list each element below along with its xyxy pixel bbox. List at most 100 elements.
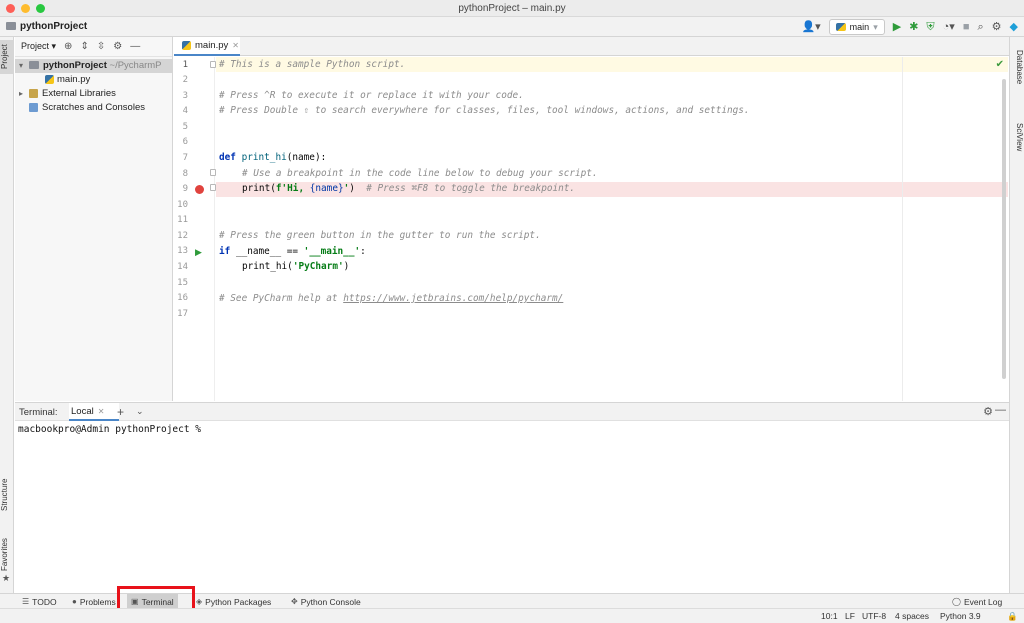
chevron-right-icon[interactable]: ▸ <box>19 87 29 101</box>
python-interpreter[interactable]: Python 3.9 <box>940 611 981 621</box>
user-icon[interactable]: 👤▾ <box>801 19 820 35</box>
hide-icon[interactable]: — <box>995 404 1006 416</box>
collapse-all-icon[interactable]: ⇳ <box>97 41 105 52</box>
python-file-icon <box>182 41 191 50</box>
string-text: 'PyCharm' <box>292 261 344 272</box>
line-number: 7 <box>182 153 188 163</box>
run-icon[interactable]: ▶ <box>893 19 901 35</box>
tool-window-python-console[interactable]: ✥ Python Console <box>287 594 365 609</box>
problems-icon: ● <box>72 597 77 606</box>
file-encoding[interactable]: UTF-8 <box>862 611 886 621</box>
keyword-text: def <box>219 152 242 163</box>
line-number: 8 <box>182 169 188 179</box>
coverage-icon[interactable]: ⛨ <box>926 19 934 35</box>
packages-icon: ◈ <box>196 597 203 606</box>
project-view-select[interactable]: Project ▾ <box>21 41 56 52</box>
tool-window-label: TODO <box>32 596 57 607</box>
locate-icon[interactable]: ⊕ <box>64 41 72 52</box>
chevron-down-icon: ▾ <box>873 21 878 32</box>
jetbrains-logo-icon[interactable]: ◆ <box>1010 19 1018 35</box>
code-text: ) <box>343 261 350 272</box>
stop-icon[interactable]: ■ <box>963 19 970 35</box>
line-number: 9 <box>182 184 188 194</box>
caret-position[interactable]: 10:1 <box>821 611 838 621</box>
code-line-12: # Press the green button in the gutter t… <box>219 228 541 243</box>
tool-window-database[interactable]: Database <box>1011 41 1024 93</box>
tree-item-label: Scratches and Consoles <box>42 102 145 113</box>
title-bar: pythonProject – main.py <box>0 0 1024 17</box>
tree-item-project-root[interactable]: ▾ pythonProject ~/PycharmP <box>15 59 172 73</box>
chevron-down-icon[interactable]: ⌄ <box>136 406 144 417</box>
line-number: 11 <box>177 215 188 225</box>
line-number: 13 <box>177 246 188 256</box>
editor-gutter[interactable]: 1 2 3 4 5 6 7 8 9 10 11 12 13 14 15 16 1… <box>174 57 216 401</box>
close-tab-icon[interactable]: ✕ <box>98 407 105 416</box>
profile-icon[interactable]: ◔▾ <box>943 19 955 35</box>
new-terminal-icon[interactable]: + <box>117 405 124 419</box>
right-tool-strip: Database SciView <box>1009 37 1024 593</box>
run-configuration-label: main <box>849 22 870 32</box>
run-configuration-select[interactable]: main ▾ <box>828 19 885 35</box>
terminal-output[interactable]: macbookpro@Admin pythonProject % <box>15 421 1009 593</box>
line-separator[interactable]: LF <box>845 611 855 621</box>
line-number: 15 <box>177 278 188 288</box>
expand-all-icon[interactable]: ⇕ <box>80 41 88 52</box>
lock-icon[interactable]: 🔒 <box>1007 611 1018 622</box>
help-link[interactable]: https://www.jetbrains.com/help/pycharm/ <box>343 293 563 304</box>
editor-tab-main-py[interactable]: main.py ✕ <box>174 37 240 56</box>
settings-icon[interactable]: ⚙ <box>992 19 1002 35</box>
python-icon <box>835 23 846 31</box>
line-number: 16 <box>177 293 188 303</box>
tool-window-project[interactable]: Project <box>0 40 14 74</box>
chevron-down-icon[interactable]: ▾ <box>19 59 29 73</box>
code-text: print( <box>242 183 276 194</box>
editor-scrollbar[interactable] <box>1002 79 1006 379</box>
indent-settings[interactable]: 4 spaces <box>895 611 929 621</box>
tool-window-structure[interactable]: Structure <box>0 475 14 515</box>
code-editor[interactable]: # This is a sample Python script. # Pres… <box>216 57 1008 401</box>
list-icon: ☰ <box>22 597 30 606</box>
inspection-ok-icon[interactable]: ✔ <box>996 59 1004 70</box>
tool-window-problems[interactable]: ● Problems <box>68 594 120 609</box>
project-panel: Project ▾ ⊕ ⇕ ⇳ ⚙ — ▾ pythonProject ~/Pyc… <box>15 37 173 401</box>
code-line-13: if __name__ == '__main__': <box>219 244 366 259</box>
tree-item-external-libraries[interactable]: ▸ External Libraries <box>15 87 172 101</box>
star-icon: ★ <box>2 573 11 583</box>
line-number: 17 <box>177 309 188 319</box>
tool-window-event-log[interactable]: ◯ Event Log <box>948 594 1006 609</box>
project-tree: ▾ pythonProject ~/PycharmP main.py ▸ Exter… <box>15 57 172 115</box>
breakpoint-icon[interactable] <box>195 185 204 194</box>
comment-text: # Press Double ⇧ to search everywhere fo… <box>219 105 750 116</box>
terminal-tab-local[interactable]: Local ✕ <box>69 403 119 421</box>
hide-icon[interactable]: — <box>130 41 140 52</box>
code-line-16: # See PyCharm help at https://www.jetbra… <box>219 291 563 306</box>
function-name-text: print_hi <box>241 152 287 163</box>
code-line-4: # Press Double ⇧ to search everywhere fo… <box>219 103 750 118</box>
terminal-header: Terminal: Local ✕ + ⌄ ⚙ — <box>15 402 1009 421</box>
code-text: __name__ == <box>235 246 304 257</box>
line-number: 10 <box>177 200 188 210</box>
close-tab-icon[interactable]: ✕ <box>232 41 239 50</box>
comment-text: # This is a sample Python script. <box>219 59 406 70</box>
gear-icon[interactable]: ⚙ <box>113 41 122 52</box>
run-gutter-icon[interactable]: ▶ <box>195 247 202 258</box>
terminal-title: Terminal: <box>19 407 58 418</box>
debug-icon[interactable]: ✱ <box>909 19 918 35</box>
line-number: 12 <box>177 231 188 241</box>
breadcrumb-project[interactable]: pythonProject <box>20 21 87 32</box>
folder-icon <box>29 61 39 70</box>
console-icon: ✥ <box>291 597 298 606</box>
search-icon[interactable]: ⌕ <box>977 19 983 35</box>
tree-item-main-py[interactable]: main.py <box>15 73 172 87</box>
code-line-9: print(f'Hi, {name}') # Press ⌘F8 to togg… <box>242 181 575 196</box>
tool-window-python-packages[interactable]: ◈ Python Packages <box>192 594 275 609</box>
tool-window-sciview[interactable]: SciView <box>1011 117 1024 157</box>
tool-window-todo[interactable]: ☰ TODO <box>18 594 61 609</box>
gear-icon[interactable]: ⚙ <box>983 405 993 418</box>
code-text: print_hi( <box>242 261 293 272</box>
tool-window-favorites[interactable]: Favorites <box>0 535 14 575</box>
tool-window-label: Event Log <box>963 596 1003 607</box>
tree-item-scratches[interactable]: Scratches and Consoles <box>15 101 172 115</box>
line-number: 3 <box>182 91 188 101</box>
project-view-label: Project <box>21 41 50 51</box>
